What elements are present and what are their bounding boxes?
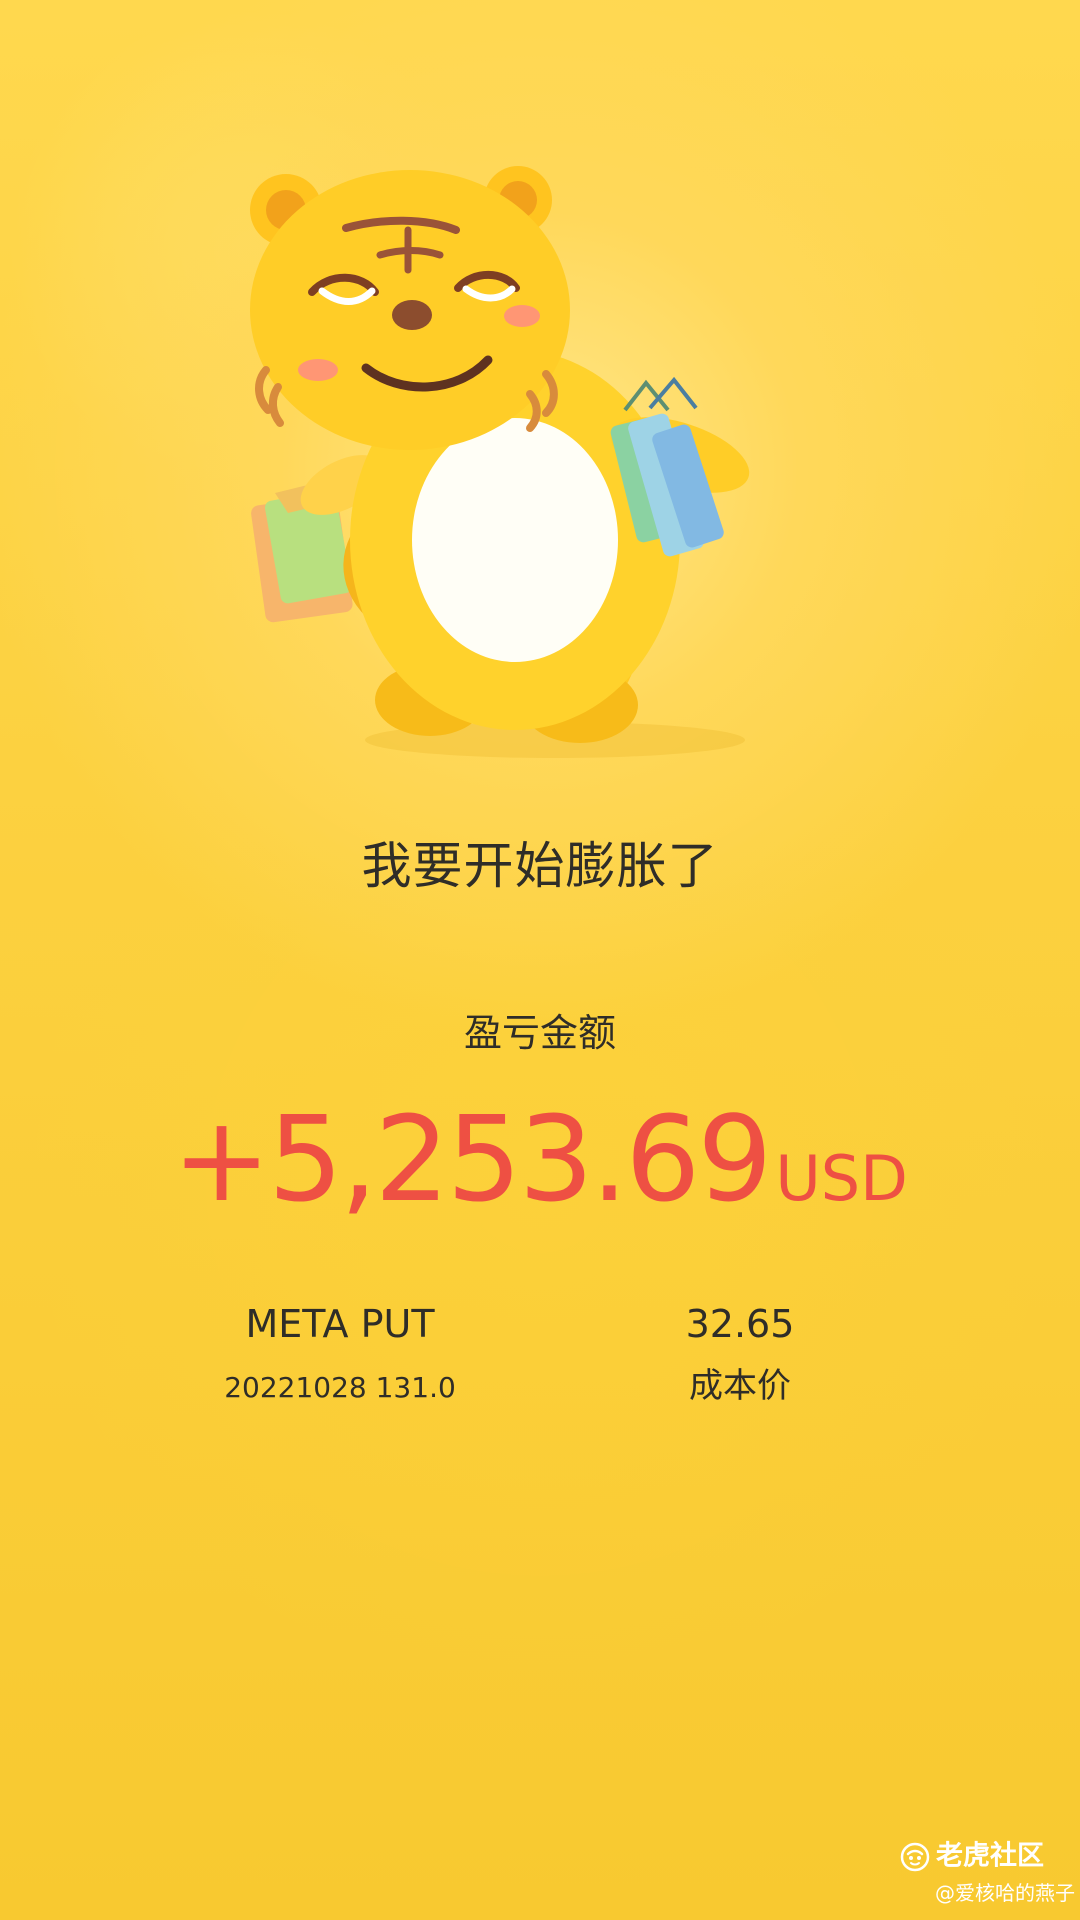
position-name-block: META PUT 20221028 131.0 bbox=[210, 1300, 470, 1406]
cost-price-label: 成本价 bbox=[689, 1366, 791, 1406]
position-symbol: META PUT bbox=[245, 1302, 435, 1346]
position-contract: 20221028 131.0 bbox=[224, 1371, 456, 1404]
profit-loss-label: 盈亏金额 bbox=[463, 1011, 616, 1055]
share-card-screen: 我要开始膨胀了 盈亏金额 +5,253.69USD META PUT 20221… bbox=[0, 0, 1080, 1920]
tiger-mascot-illustration bbox=[250, 166, 750, 758]
cost-price-block: 32.65 成本价 bbox=[620, 1300, 860, 1404]
author-handle: @爱核哈的燕子 bbox=[935, 1881, 1075, 1905]
profit-loss-currency: USD bbox=[775, 1142, 908, 1215]
community-brand-text: 老虎社区 bbox=[936, 1840, 1044, 1872]
tiger-community-logo-icon bbox=[900, 1842, 930, 1871]
headline: 我要开始膨胀了 bbox=[361, 837, 719, 895]
position-info: META PUT 20221028 131.0 32.65 成本价 bbox=[0, 1300, 1080, 1430]
cost-price-value: 32.65 bbox=[685, 1302, 795, 1346]
profit-loss-amount-row: +5,253.69USD bbox=[0, 1095, 1080, 1223]
profit-loss-amount: +5,253.69 bbox=[172, 1090, 772, 1228]
community-watermark: 老虎社区 bbox=[900, 1838, 1070, 1878]
